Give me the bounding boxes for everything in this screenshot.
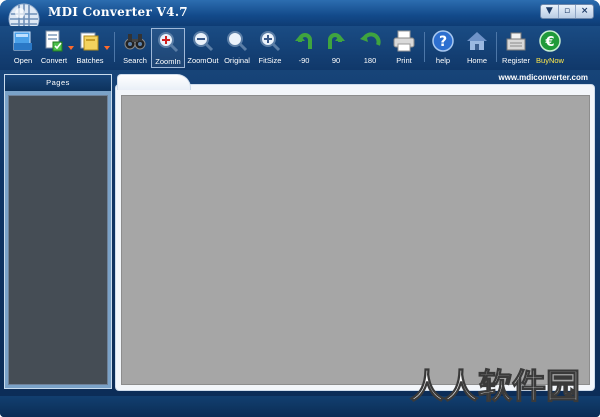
convert-label: Convert	[40, 56, 68, 65]
printer-icon	[393, 30, 415, 52]
svg-text:人人软件园: 人人软件园	[410, 367, 580, 407]
batches-button[interactable]: Batches	[74, 28, 106, 68]
toolbar-separator	[424, 32, 425, 62]
toolbar-separator	[496, 32, 497, 62]
buynow-button[interactable]: € BuyNow	[533, 28, 567, 68]
original-button[interactable]: Original	[221, 28, 253, 68]
register-button[interactable]: Register	[500, 28, 532, 68]
magnifier-icon	[227, 31, 248, 52]
print-label: Print	[396, 56, 412, 65]
home-button[interactable]: Home	[462, 28, 492, 68]
buynow-label: BuyNow	[536, 56, 564, 65]
open-label: Open	[13, 56, 33, 65]
register-label: Register	[502, 56, 530, 65]
fitsize-label: FitSize	[258, 56, 282, 65]
original-label: Original	[224, 56, 250, 65]
rotate-right-button[interactable]: 90	[322, 28, 350, 68]
fit-size-icon	[260, 31, 281, 52]
home-label: Home	[466, 56, 487, 65]
rotate-180-label: 180	[363, 56, 377, 65]
rotate-left-icon	[295, 33, 312, 49]
search-button[interactable]: Search	[120, 28, 150, 68]
zoomin-button[interactable]: ZoomIn	[151, 28, 185, 68]
window-controls: ▼ ▫ ×	[540, 4, 594, 19]
minimize-button[interactable]: ▼	[541, 5, 559, 18]
euro-coin-icon: €	[539, 30, 561, 52]
batch-folder-icon	[80, 32, 99, 51]
convert-document-icon	[45, 30, 63, 52]
convert-button[interactable]: Convert	[38, 28, 70, 68]
rotate-right-label: 90	[331, 56, 341, 65]
document-tab[interactable]	[117, 74, 191, 90]
search-label: Search	[123, 56, 147, 65]
pages-header: Pages	[5, 75, 111, 91]
website-link[interactable]: www.mdiconverter.com	[498, 73, 588, 82]
rotate-180-button[interactable]: 180	[355, 28, 385, 68]
binoculars-icon	[124, 34, 146, 50]
rotate-left-button[interactable]: -90	[290, 28, 318, 68]
print-button[interactable]: Print	[389, 28, 419, 68]
zoomout-button[interactable]: ZoomOut	[186, 28, 220, 68]
toolbar-separator	[114, 32, 115, 62]
zoomout-label: ZoomOut	[187, 56, 219, 65]
svg-text:€: €	[544, 35, 554, 50]
home-icon	[467, 32, 487, 50]
restore-button[interactable]: ▫	[559, 5, 577, 18]
zoomin-label: ZoomIn	[155, 57, 181, 66]
zoom-in-icon	[158, 32, 179, 53]
batches-label: Batches	[76, 56, 104, 65]
document-canvas[interactable]	[121, 95, 590, 385]
toolbar: Open Convert Batches Search ZoomIn ZoomO…	[0, 26, 600, 70]
close-button[interactable]: ×	[576, 5, 593, 18]
folder-open-icon	[13, 31, 32, 51]
cash-register-icon	[506, 32, 526, 51]
watermark-logo: 人人软件园	[409, 366, 580, 407]
rotate-left-label: -90	[298, 56, 310, 65]
help-icon: ?	[432, 30, 454, 52]
title-bar: MDI Converter V4.7 ▼ ▫ ×	[0, 0, 600, 35]
rotate-180-icon	[360, 32, 381, 46]
window-title: MDI Converter V4.7	[48, 5, 188, 19]
open-button[interactable]: Open	[8, 28, 38, 68]
app-window: MDI Converter V4.7 ▼ ▫ × Open Convert Ba…	[0, 0, 600, 417]
fitsize-button[interactable]: FitSize	[254, 28, 286, 68]
batches-dropdown-icon[interactable]	[104, 46, 110, 50]
svg-text:?: ?	[439, 34, 447, 50]
zoom-out-icon	[193, 31, 214, 52]
pages-thumbnail-list[interactable]	[8, 95, 108, 385]
rotate-right-icon	[328, 33, 345, 49]
help-button[interactable]: ? help	[429, 28, 457, 68]
pages-panel: Pages	[4, 74, 112, 389]
help-label: help	[435, 56, 451, 65]
